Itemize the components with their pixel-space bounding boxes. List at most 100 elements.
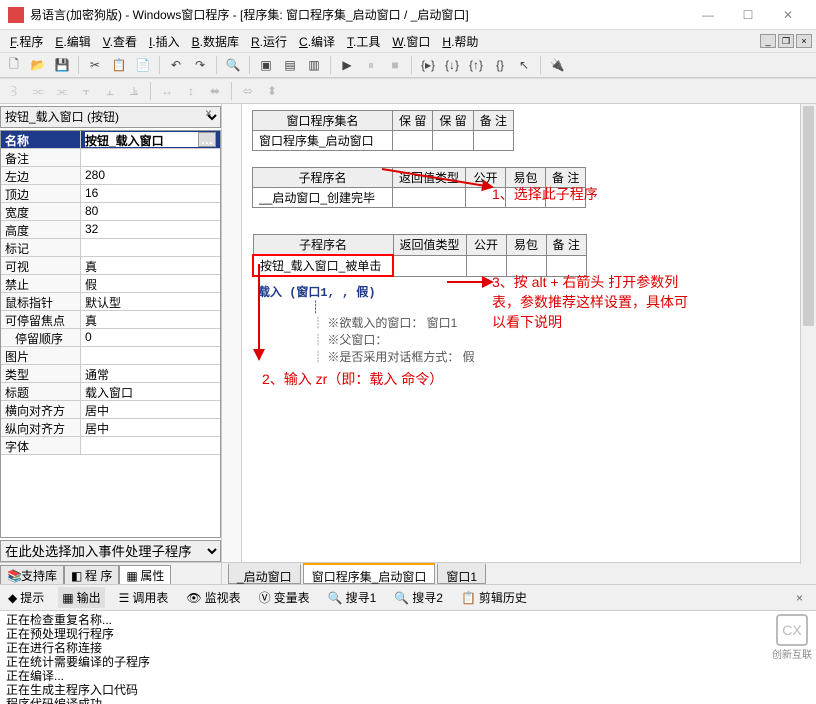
step-into-icon[interactable]: {↓} xyxy=(442,55,462,75)
pause-button[interactable]: ⏸ xyxy=(361,55,381,75)
maximize-button[interactable]: ☐ xyxy=(728,3,768,27)
prop-value[interactable]: 居中 xyxy=(81,419,220,436)
prop-value[interactable]: 0 xyxy=(81,329,220,346)
menu-h[interactable]: H.帮助 xyxy=(436,33,484,51)
cursor-icon[interactable]: ↖ xyxy=(514,55,534,75)
property-row[interactable]: 类型通常 xyxy=(1,365,220,383)
property-row[interactable]: 高度32 xyxy=(1,221,220,239)
property-table[interactable]: 名称 按钮_载入窗口 … 备注左边280顶边16宽度80高度32标记可视真禁止假… xyxy=(0,130,221,538)
prop-value[interactable] xyxy=(81,239,220,256)
tab-program-set[interactable]: 窗口程序集_启动窗口 xyxy=(303,563,436,584)
property-row[interactable]: 禁止假 xyxy=(1,275,220,293)
menu-f[interactable]: F.程序 xyxy=(4,33,49,51)
panel-close-icon[interactable]: × xyxy=(796,591,810,605)
prop-value[interactable]: 280 xyxy=(81,167,220,184)
property-row[interactable]: 字体 xyxy=(1,437,220,455)
table-row[interactable]: 窗口程序集_启动窗口 xyxy=(253,131,514,151)
view2-button[interactable]: ▤ xyxy=(280,55,300,75)
panel-close-icon[interactable]: × xyxy=(205,106,219,120)
otab-vars[interactable]: Ⓥ变量表 xyxy=(255,587,314,608)
prop-value[interactable] xyxy=(81,437,220,454)
property-row[interactable]: 横向对齐方式居中 xyxy=(1,401,220,419)
run-button[interactable]: ▶ xyxy=(337,55,357,75)
otab-callstack[interactable]: ☰调用表 xyxy=(115,587,173,608)
prop-value[interactable]: 居中 xyxy=(81,401,220,418)
cut-button[interactable]: ✂ xyxy=(85,55,105,75)
td[interactable] xyxy=(473,131,513,151)
td[interactable] xyxy=(393,188,466,208)
prop-value[interactable] xyxy=(81,347,220,364)
prop-value[interactable] xyxy=(81,149,220,166)
td[interactable] xyxy=(393,255,466,276)
prop-value[interactable]: 通常 xyxy=(81,365,220,382)
copy-button[interactable]: 📋 xyxy=(109,55,129,75)
close-button[interactable]: ✕ xyxy=(768,3,808,27)
property-row[interactable]: 顶边16 xyxy=(1,185,220,203)
property-row[interactable]: 宽度80 xyxy=(1,203,220,221)
step-over-icon[interactable]: {▸} xyxy=(418,55,438,75)
component-selector[interactable]: 按钮_载入窗口 (按钮) xyxy=(0,106,221,128)
new-button[interactable]: 🗋 xyxy=(4,55,24,75)
property-row[interactable]: 可停留焦点真 xyxy=(1,311,220,329)
property-row[interactable]: 可视真 xyxy=(1,257,220,275)
td-sub-name[interactable]: __启动窗口_创建完毕 xyxy=(253,188,393,208)
save-button[interactable]: 💾 xyxy=(52,55,72,75)
prop-value[interactable]: 载入窗口 xyxy=(81,383,220,400)
mdi-close-button[interactable]: × xyxy=(796,34,812,48)
tab-library[interactable]: 📚支持库 xyxy=(0,565,64,584)
undo-button[interactable]: ↶ xyxy=(166,55,186,75)
tab-startup-window[interactable]: _启动窗口 xyxy=(228,563,301,584)
menu-r[interactable]: R.运行 xyxy=(245,33,293,51)
menu-i[interactable]: I.插入 xyxy=(143,33,186,51)
menu-e[interactable]: E.编辑 xyxy=(49,33,96,51)
td-sub-name-selected[interactable]: 按钮_载入窗口_被单击 xyxy=(253,255,393,276)
otab-search1[interactable]: 🔍搜寻1 xyxy=(324,587,381,608)
prop-value[interactable]: 默认型 xyxy=(81,293,220,310)
view3-button[interactable]: ▥ xyxy=(304,55,324,75)
property-row[interactable]: 备注 xyxy=(1,149,220,167)
plugin-icon[interactable]: 🔌 xyxy=(547,55,567,75)
property-row[interactable]: 左边280 xyxy=(1,167,220,185)
redo-button[interactable]: ↷ xyxy=(190,55,210,75)
otab-output[interactable]: ▦输出 xyxy=(58,587,104,608)
menu-c[interactable]: C.编译 xyxy=(293,33,341,51)
prop-value[interactable]: 32 xyxy=(81,221,220,238)
prop-name-value[interactable]: 按钮_载入窗口 xyxy=(85,132,198,147)
code-editor[interactable]: 窗口程序集名 保 留 保 留 备 注 窗口程序集_启动窗口 子程序名 返回值类型 xyxy=(222,104,816,562)
menu-b[interactable]: B.数据库 xyxy=(186,33,245,51)
step-out-icon[interactable]: {↑} xyxy=(466,55,486,75)
tab-program[interactable]: ◧程 序 xyxy=(64,565,119,584)
property-row[interactable]: 图片 xyxy=(1,347,220,365)
find-button[interactable]: 🔍 xyxy=(223,55,243,75)
menu-t[interactable]: T.工具 xyxy=(341,33,386,51)
scrollbar-thumb[interactable] xyxy=(803,106,814,326)
prop-ellipsis-button[interactable]: … xyxy=(198,132,216,147)
property-row[interactable]: 停留顺序0 xyxy=(1,329,220,347)
menu-w[interactable]: W.窗口 xyxy=(386,33,436,51)
breakpoint-icon[interactable]: {} xyxy=(490,55,510,75)
otab-clipboard[interactable]: 📋剪辑历史 xyxy=(457,587,531,608)
prop-value[interactable]: 真 xyxy=(81,257,220,274)
tab-properties[interactable]: ▦属性 xyxy=(119,565,171,584)
property-row[interactable]: 鼠标指针默认型 xyxy=(1,293,220,311)
otab-hint[interactable]: ◆提示 xyxy=(4,587,48,608)
mdi-minimize-button[interactable]: _ xyxy=(760,34,776,48)
tab-window1[interactable]: 窗口1 xyxy=(437,563,486,584)
td-module-name[interactable]: 窗口程序集_启动窗口 xyxy=(253,131,393,151)
mdi-restore-button[interactable]: ❐ xyxy=(778,34,794,48)
stop-button[interactable]: ■ xyxy=(385,55,405,75)
otab-search2[interactable]: 🔍搜寻2 xyxy=(390,587,447,608)
minimize-button[interactable]: — xyxy=(688,3,728,27)
vertical-scrollbar[interactable] xyxy=(800,104,816,564)
td[interactable] xyxy=(393,131,433,151)
otab-watch[interactable]: 👁监视表 xyxy=(182,587,244,608)
property-row[interactable]: 标记 xyxy=(1,239,220,257)
td[interactable] xyxy=(433,131,473,151)
event-selector[interactable]: 在此处选择加入事件处理子程序 xyxy=(0,540,221,562)
view1-button[interactable]: ▣ xyxy=(256,55,276,75)
prop-value[interactable]: 假 xyxy=(81,275,220,292)
property-row[interactable]: 纵向对齐方式居中 xyxy=(1,419,220,437)
menu-v[interactable]: V.查看 xyxy=(97,33,143,51)
prop-value[interactable]: 80 xyxy=(81,203,220,220)
prop-value[interactable]: 16 xyxy=(81,185,220,202)
